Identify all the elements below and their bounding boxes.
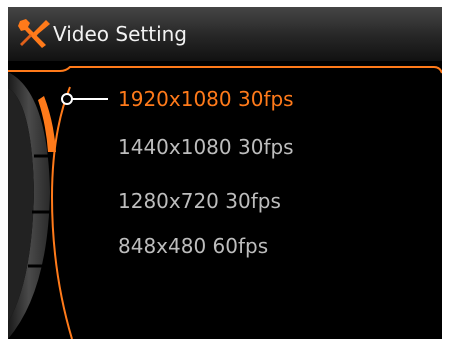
- resolution-list: 1920x1080 30fps 1440x1080 30fps 1280x720…: [8, 7, 442, 339]
- option-1920x1080-30fps[interactable]: 1920x1080 30fps: [118, 87, 294, 111]
- video-setting-screen: Video Setting 1920x1080 30fps 1440x1080 …: [8, 7, 442, 339]
- option-1280x720-30fps[interactable]: 1280x720 30fps: [118, 189, 281, 213]
- option-1440x1080-30fps[interactable]: 1440x1080 30fps: [118, 135, 294, 159]
- option-848x480-60fps[interactable]: 848x480 60fps: [118, 234, 268, 258]
